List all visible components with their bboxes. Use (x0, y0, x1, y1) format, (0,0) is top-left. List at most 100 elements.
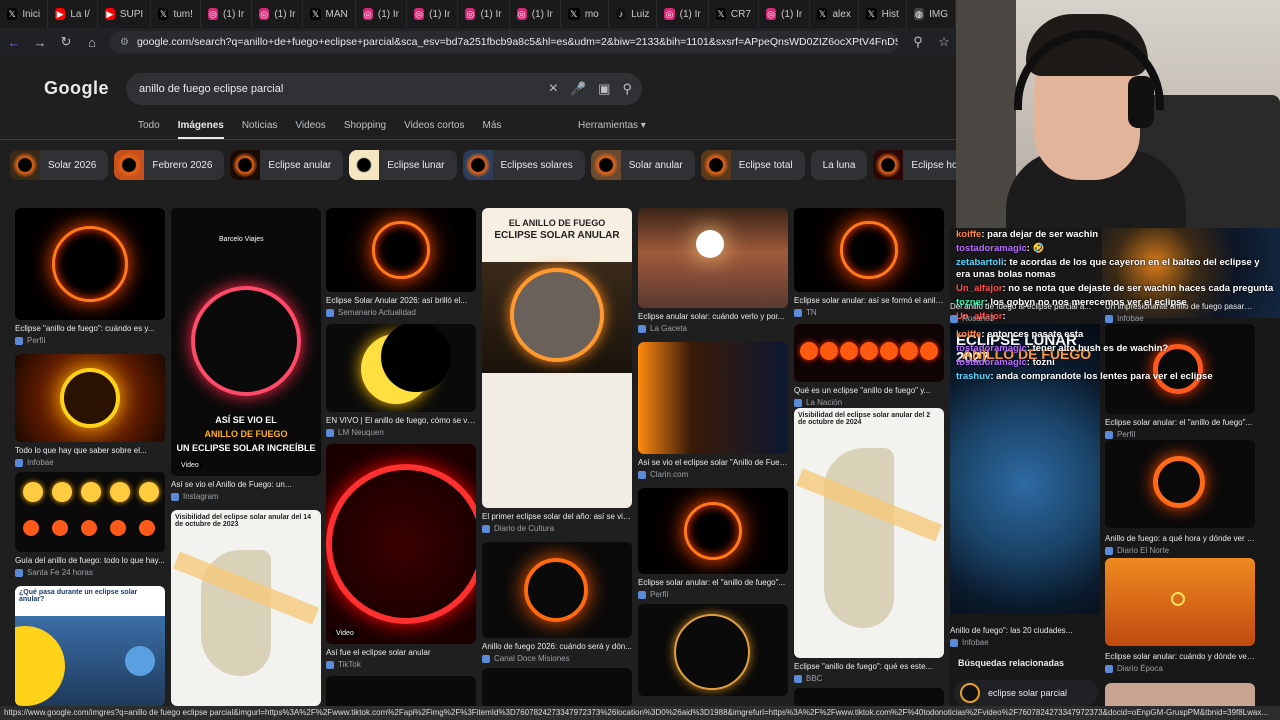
browser-tab[interactable]: ◎ (1) Ir (458, 0, 510, 28)
chat-username[interactable]: koiffe (956, 329, 981, 340)
result-thumbnail[interactable] (482, 668, 632, 706)
image-result-caption-group[interactable]: Eclipse solar anular: el "anillo de fueg… (1105, 414, 1255, 439)
result-source[interactable]: La Nación (794, 398, 944, 407)
result-source[interactable]: Instagram (171, 492, 321, 501)
image-result[interactable] (482, 668, 632, 706)
result-caption[interactable]: Anillo de fuego: a qué hora y dónde ver … (1105, 534, 1255, 543)
result-caption[interactable]: Eclipse solar anular: cuándo y dónde ver… (1105, 652, 1255, 661)
browser-tab[interactable]: ◎ (1) Ir (510, 0, 561, 28)
chat-username[interactable]: tostadoramagic (956, 243, 1027, 254)
result-source[interactable]: TikTok (326, 660, 476, 669)
result-caption[interactable]: Guía del anillo de fuego: todo lo que ha… (15, 556, 165, 565)
result-source[interactable]: Canal Doce Misiones (482, 654, 632, 663)
result-caption[interactable]: Anillo de fuego": las 20 ciudades... (950, 626, 1100, 635)
image-result[interactable]: Eclipse "anillo de fuego": cuándo es y..… (15, 208, 165, 345)
lens-icon[interactable]: ▣ (598, 81, 610, 97)
image-result[interactable]: EN VIVO | El anillo de fuego, cómo se vi… (326, 324, 476, 437)
image-result-caption-group[interactable]: Un impresionante anillo de fuego pasará.… (1105, 298, 1255, 323)
image-result[interactable]: Todo lo que hay que saber sobre el... Inf… (15, 354, 165, 467)
chat-username[interactable]: tostadoramagic (956, 357, 1027, 368)
result-source[interactable]: Santa Fe 24 horas (15, 568, 165, 577)
search-icon[interactable]: ⚲ (622, 81, 632, 97)
chat-username[interactable]: zetabartoli (956, 257, 1004, 268)
browser-tab[interactable]: 𝕏 MAN (303, 0, 356, 28)
image-result[interactable]: Eclipse solar anular: así se formó el an… (794, 208, 944, 317)
image-result[interactable]: Barcelo Viajes ASÍ SE VIO EL ANILLO DE FUE… (171, 208, 321, 501)
address-bar[interactable]: ⚙ google.com/search?q=anillo+de+fuego+ec… (110, 31, 898, 53)
image-result-caption-group[interactable]: Eclipse solar anular: cuándo y dónde ver… (1105, 648, 1255, 673)
result-thumbnail[interactable] (326, 676, 476, 706)
tools-button[interactable]: Herramientas ▾ (578, 120, 646, 131)
back-icon[interactable]: ← (2, 30, 26, 54)
tab-0[interactable]: Todo (138, 120, 160, 139)
result-source[interactable]: Diario Época (1105, 664, 1255, 673)
chat-username[interactable]: tostadoramagic (956, 343, 1027, 354)
result-source[interactable]: Infobae (950, 638, 1100, 647)
result-caption[interactable]: Eclipse solar anular: el "anillo de fueg… (1105, 418, 1255, 427)
result-source[interactable]: BBC (794, 674, 944, 683)
result-thumbnail[interactable]: EL ANILLO DE FUEGO ECLIPSE SOLAR ANULAR (482, 208, 632, 508)
chat-username[interactable]: koiffe (956, 229, 981, 240)
image-result-caption-group[interactable]: Anillo de fuego: a qué hora y dónde ver … (1105, 530, 1255, 555)
result-thumbnail[interactable] (326, 208, 476, 292)
chip-la-luna[interactable]: La luna (810, 150, 868, 180)
image-result[interactable]: EL ANILLO DE FUEGO ECLIPSE SOLAR ANULAR El… (482, 208, 632, 533)
browser-tab[interactable]: 𝕏mo (561, 0, 609, 28)
result-source[interactable]: LM Neuquen (326, 428, 476, 437)
result-thumbnail[interactable] (794, 688, 944, 706)
result-caption[interactable]: Eclipse "anillo de fuego": cuándo es y..… (15, 324, 165, 333)
result-source[interactable]: Perfil (638, 590, 788, 599)
home-icon[interactable]: ⌂ (80, 30, 104, 54)
result-thumbnail[interactable] (15, 472, 165, 552)
chip-solar-anular[interactable]: Solar anular (590, 150, 695, 180)
result-caption[interactable]: Eclipse Solar Anular 2026: así brilló el… (326, 296, 476, 305)
tab-4[interactable]: Shopping (344, 120, 386, 139)
image-result[interactable]: Guía del anillo de fuego: todo lo que ha… (15, 472, 165, 577)
tab-6[interactable]: Más (482, 120, 501, 139)
result-caption[interactable]: EN VIVO | El anillo de fuego, cómo se vi… (326, 416, 476, 425)
reload-icon[interactable]: ↻ (54, 30, 78, 54)
chat-username[interactable]: Un_alfajor (956, 283, 1002, 294)
result-source[interactable]: Semanario Actualidad (326, 308, 476, 317)
result-thumbnail[interactable] (15, 208, 165, 320)
result-thumbnail[interactable] (638, 342, 788, 454)
site-info-icon[interactable]: ⚙ (120, 37, 129, 48)
browser-tab[interactable]: ▶ La I/ (48, 0, 98, 28)
browser-tab[interactable]: 𝕏tum! (151, 0, 201, 28)
result-caption[interactable]: Un impresionante anillo de fuego pasará.… (1105, 302, 1255, 311)
result-source[interactable]: Clarin.com (638, 470, 788, 479)
image-result[interactable] (326, 676, 476, 706)
tab-5[interactable]: Videos cortos (404, 120, 464, 139)
result-source[interactable]: Perfil (1105, 430, 1255, 439)
result-source[interactable]: Infobae (1105, 314, 1255, 323)
tab-1[interactable]: Imágenes (177, 120, 224, 139)
chip-eclipse-anular[interactable]: Eclipse anular (230, 150, 344, 180)
zoom-icon[interactable]: ⚲ (906, 30, 930, 54)
image-result[interactable]: Así se vio el eclipse solar "Anillo de F… (638, 342, 788, 479)
result-source[interactable]: Perfil (15, 336, 165, 345)
image-result[interactable] (794, 688, 944, 706)
result-caption[interactable]: Así se vio el Anillo de Fuego: un... (171, 480, 321, 489)
image-result[interactable]: Visibilidad del eclipse solar anular del… (794, 408, 944, 683)
result-source[interactable]: Diario El Norte (1105, 546, 1255, 555)
browser-tab[interactable]: ▶ SUPI (98, 0, 152, 28)
image-result-caption-group[interactable]: Del anillo de fuego al eclipse parcial a… (950, 298, 1100, 323)
result-caption[interactable]: Todo lo que hay que saber sobre el... (15, 446, 165, 455)
image-result[interactable]: Video Así fue el eclipse solar anular TikT… (326, 444, 476, 669)
search-input[interactable]: anillo de fuego eclipse parcial × 🎤 ▣ ⚲ (126, 73, 642, 105)
chip-eclipse-lunar[interactable]: Eclipse lunar (349, 150, 457, 180)
bookmark-star-icon[interactable]: ☆ (932, 30, 956, 54)
result-thumbnail[interactable]: Visibilidad del eclipse solar anular del… (171, 510, 321, 706)
chip-febrero-2026[interactable]: Febrero 2026 (114, 150, 225, 180)
result-thumbnail[interactable] (15, 354, 165, 442)
result-caption[interactable]: Anillo de fuego 2026: cuándo será y dón.… (482, 642, 632, 651)
forward-icon[interactable]: → (28, 30, 52, 54)
result-source[interactable]: Infobae (15, 458, 165, 467)
browser-tab[interactable]: ◎ (1) Ir (657, 0, 709, 28)
image-result[interactable]: Anillo de fuego 2026: cuándo será y dón.… (482, 542, 632, 663)
browser-tab[interactable]: ◎ (1) Ir (407, 0, 459, 28)
browser-tab[interactable]: ◍ IMG (907, 0, 956, 28)
chat-username[interactable]: trashuv (956, 371, 990, 382)
tab-2[interactable]: Noticias (242, 120, 278, 139)
result-thumbnail[interactable] (638, 604, 788, 696)
